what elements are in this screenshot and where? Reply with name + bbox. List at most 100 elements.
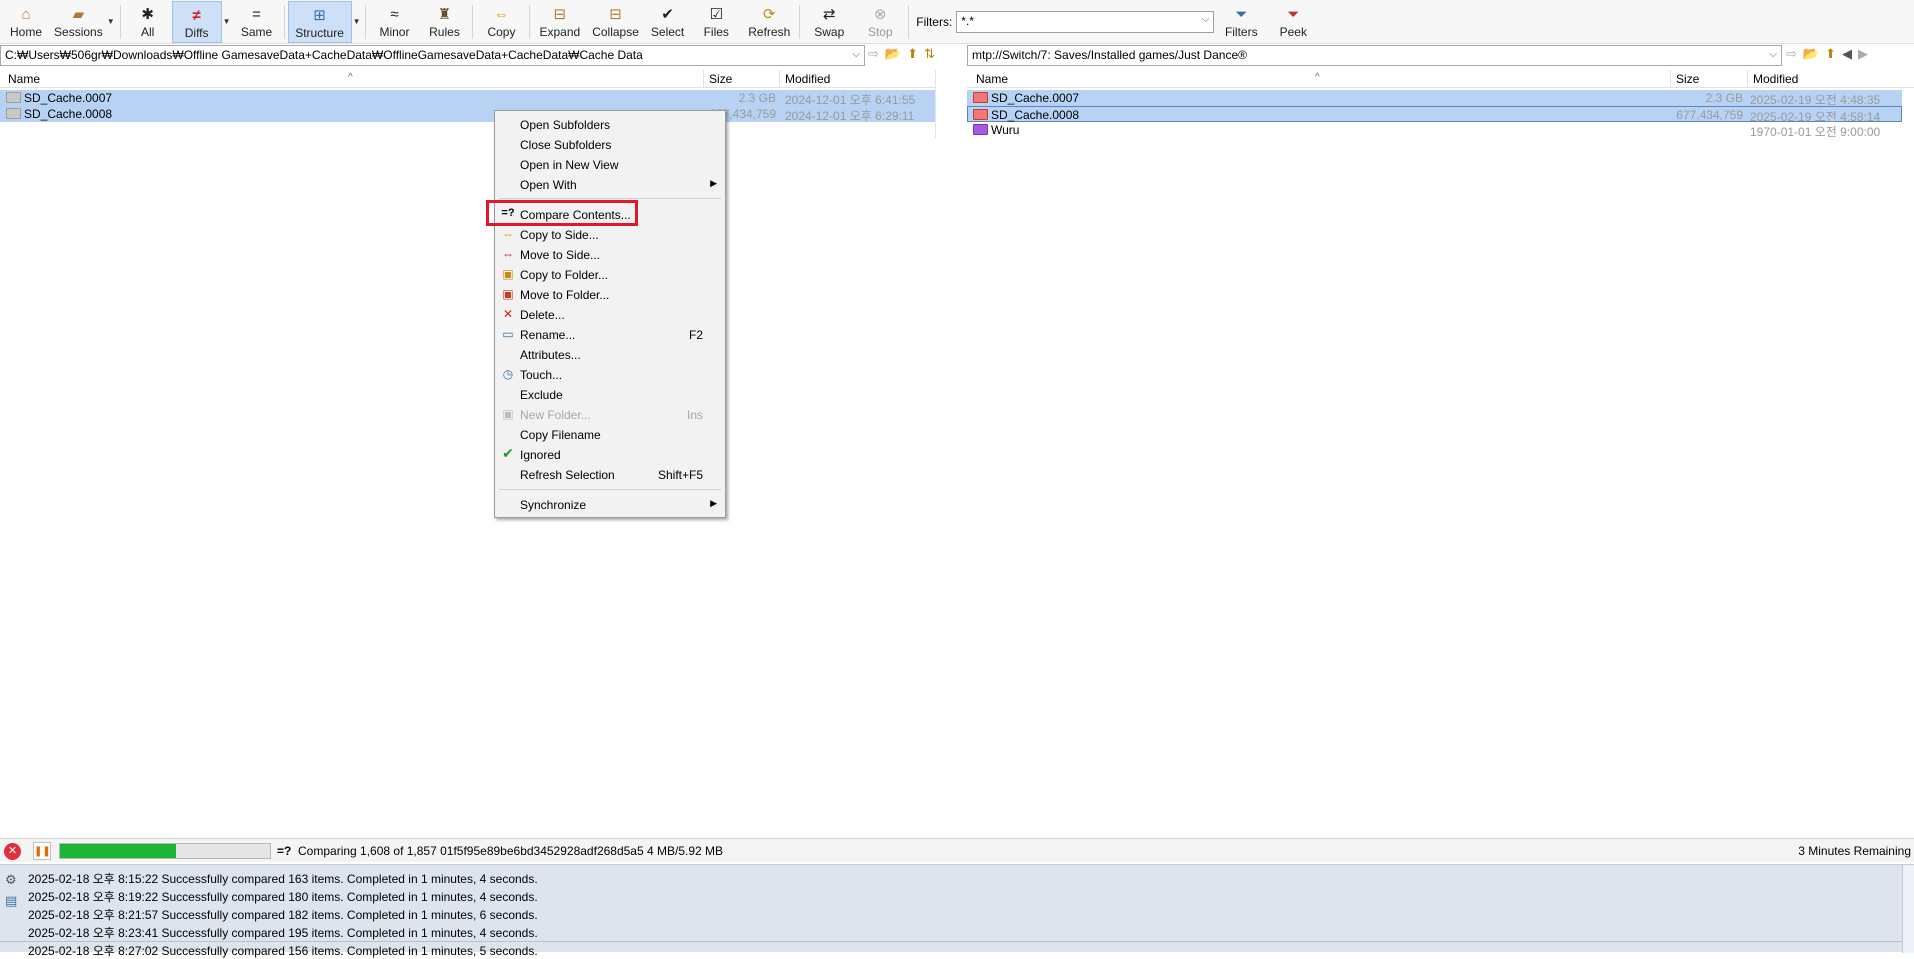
rules-button[interactable]: ♜ Rules: [419, 1, 469, 43]
collapse-button[interactable]: ⊟ Collapse: [586, 1, 645, 43]
all-button[interactable]: ✱ All: [124, 1, 172, 43]
home-icon: ⌂: [21, 5, 31, 23]
right-path-input[interactable]: mtp://Switch/7: Saves/Installed games/Ju…: [967, 45, 1782, 66]
open-folder-icon[interactable]: 📂: [1803, 46, 1819, 62]
left-column-header: Name ^ Size Modified: [0, 70, 935, 88]
delete-x-icon: ✕: [502, 307, 514, 321]
menu-item-copy-to-side[interactable]: ⇔ Copy to Side...: [496, 225, 725, 245]
same-button[interactable]: = Same: [233, 1, 281, 43]
menu-item-rename[interactable]: ▭ Rename... F2: [496, 325, 725, 345]
menu-separator: [499, 489, 721, 490]
modified-column[interactable]: Modified: [1753, 72, 1798, 86]
save-icon[interactable]: ▤: [5, 893, 17, 909]
folder-icon: [6, 108, 21, 119]
filters-label: Filters:: [916, 15, 953, 29]
navigate-icon[interactable]: ⇨: [868, 46, 879, 62]
separator: [283, 5, 285, 39]
asterisk-icon: ✱: [141, 6, 154, 23]
left-path-tools: ⇨ 📂 ⬆ ⇅: [868, 46, 935, 62]
files-icon: ☑: [709, 6, 723, 23]
size-column[interactable]: Size: [1676, 72, 1699, 86]
menu-item-copy-filename[interactable]: Copy Filename: [496, 425, 725, 445]
menu-item-open-with[interactable]: Open With ▶: [496, 175, 725, 195]
expand-button[interactable]: ⊟ Expand: [533, 1, 586, 43]
sort-ascending-icon: ^: [348, 72, 353, 83]
funnel-icon: ⏷: [1235, 5, 1248, 23]
file-row[interactable]: SD_Cache.0008 677,434,759 2024-12-01 오후 …: [0, 106, 935, 123]
menu-item-touch[interactable]: ◷ Touch...: [496, 365, 725, 385]
menu-item-attributes[interactable]: Attributes...: [496, 345, 725, 365]
back-icon[interactable]: ◀: [1842, 46, 1852, 62]
highlight-annotation: [486, 200, 638, 226]
peek-button[interactable]: ⏷ Peek: [1268, 1, 1318, 43]
equal-icon: =: [252, 5, 261, 23]
name-column[interactable]: Name: [976, 72, 1008, 86]
copy-button[interactable]: ⇔ Copy: [476, 1, 526, 43]
approx-icon: ≈: [390, 5, 399, 23]
swap-button[interactable]: ⇄ Swap: [803, 1, 855, 43]
menu-item-move-to-folder[interactable]: ▣ Move to Folder...: [496, 285, 725, 305]
stop-button[interactable]: ⊗ Stop: [855, 1, 905, 43]
separator: [365, 5, 367, 39]
diffs-dropdown-icon[interactable]: ▼: [223, 17, 231, 26]
submenu-arrow-icon: ▶: [710, 178, 717, 188]
size-column[interactable]: Size: [709, 72, 732, 86]
folder-icon: [973, 124, 988, 135]
structure-icon: ⊞: [313, 7, 326, 24]
refresh-icon: ⟳: [762, 6, 776, 23]
sessions-button[interactable]: ▰ Sessions: [48, 1, 109, 43]
menu-item-ignored[interactable]: ✔ Ignored: [496, 445, 725, 465]
filters-input-value: *.*: [961, 14, 974, 28]
refresh-button[interactable]: ⟳ Refresh: [742, 1, 796, 43]
diffs-button[interactable]: ≠ Diffs: [171, 1, 222, 43]
name-column[interactable]: Name: [8, 72, 40, 86]
parent-folder-icon[interactable]: ⬆: [907, 46, 918, 62]
files-button[interactable]: ☑ Files: [690, 1, 742, 43]
file-row[interactable]: Wuru 1970-01-01 오전 9:00:00: [967, 122, 1902, 139]
gear-icon[interactable]: ⚙: [5, 872, 17, 888]
checkmarks-icon: ✔: [661, 6, 674, 23]
separator: [529, 5, 531, 39]
structure-button[interactable]: ⊞ Structure: [287, 1, 352, 43]
sync-folder-icon[interactable]: ⇅: [924, 46, 935, 62]
structure-dropdown-icon[interactable]: ▼: [353, 17, 361, 26]
forward-icon[interactable]: ▶: [1858, 46, 1868, 62]
menu-item-open-subfolders[interactable]: Open Subfolders: [496, 115, 725, 135]
filters-button[interactable]: ⏷ Filters: [1214, 1, 1268, 43]
pause-icon[interactable]: ❚❚: [33, 842, 51, 860]
file-row[interactable]: SD_Cache.0007 2.3 GB 2024-12-01 오후 6:41:…: [0, 90, 935, 107]
separator: [472, 5, 474, 39]
log-scrollbar[interactable]: [1902, 865, 1914, 953]
menu-item-refresh-selection[interactable]: Refresh Selection Shift+F5: [496, 465, 725, 485]
chevron-down-icon[interactable]: ⌵: [1202, 14, 1210, 25]
modified-column[interactable]: Modified: [785, 72, 830, 86]
minor-button[interactable]: ≈ Minor: [369, 1, 419, 43]
pane-splitter[interactable]: [935, 70, 936, 138]
select-button[interactable]: ✔ Select: [645, 1, 690, 43]
menu-item-close-subfolders[interactable]: Close Subfolders: [496, 135, 725, 155]
chevron-down-icon[interactable]: ⌵: [1769, 49, 1777, 60]
move-to-side-icon: ⇔: [502, 247, 514, 261]
swap-icon: ⇄: [822, 6, 836, 23]
left-path-input[interactable]: C:₩Users₩506gr₩Downloads₩Offline Gamesav…: [0, 45, 865, 66]
navigate-icon[interactable]: ⇨: [1786, 46, 1797, 62]
rename-icon: ▭: [502, 327, 514, 341]
menu-item-synchronize[interactable]: Synchronize ▶: [496, 495, 725, 515]
stop-circle-icon[interactable]: ✕: [4, 843, 21, 860]
move-to-folder-icon: ▣: [502, 287, 514, 301]
menu-item-exclude[interactable]: Exclude: [496, 385, 725, 405]
menu-item-copy-to-folder[interactable]: ▣ Copy to Folder...: [496, 265, 725, 285]
file-row[interactable]: SD_Cache.0008 677,434,759 2025-02-19 오전 …: [967, 106, 1902, 124]
parent-folder-icon[interactable]: ⬆: [1825, 46, 1836, 62]
compare-icon: =?: [277, 844, 292, 858]
collapse-icon: ⊟: [609, 6, 622, 23]
home-button[interactable]: ⌂ Home: [4, 1, 48, 43]
menu-item-delete[interactable]: ✕ Delete...: [496, 305, 725, 325]
file-row[interactable]: SD_Cache.0007 2.3 GB 2025-02-19 오전 4:48:…: [967, 90, 1902, 107]
log-line: 2025-02-18 오후 8:21:57 Successfully compa…: [28, 908, 538, 922]
chevron-down-icon[interactable]: ⌵: [852, 49, 860, 60]
filters-input[interactable]: *.* ⌵: [956, 11, 1215, 33]
menu-item-open-new-view[interactable]: Open in New View: [496, 155, 725, 175]
menu-item-move-to-side[interactable]: ⇔ Move to Side...: [496, 245, 725, 265]
open-folder-icon[interactable]: 📂: [885, 46, 901, 62]
